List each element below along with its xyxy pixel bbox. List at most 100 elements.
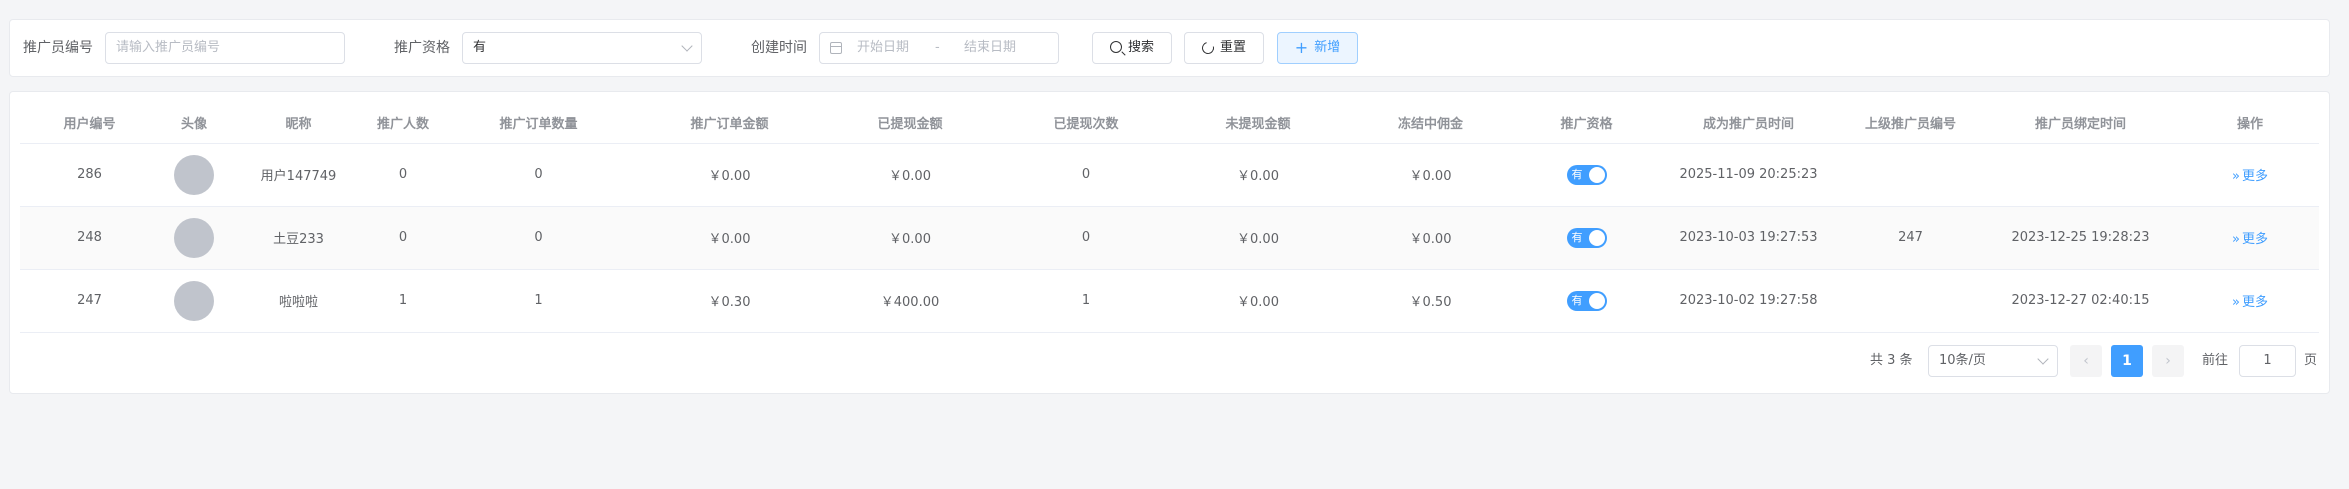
cell-avatar bbox=[159, 143, 229, 207]
cell-order-amount: ￥0.00 bbox=[639, 206, 820, 270]
col-header: 推广订单数量 bbox=[438, 102, 639, 144]
cell-became-time: 2025-11-09 20:25:23 bbox=[1656, 143, 1841, 207]
switch-knob bbox=[1588, 166, 1605, 183]
switch-knob bbox=[1588, 229, 1605, 246]
cell-bind-time: 2023-12-27 02:40:15 bbox=[1980, 269, 2181, 333]
calendar-icon bbox=[830, 42, 842, 54]
cell-order-amount: ￥0.00 bbox=[639, 143, 820, 207]
col-header: 未提现金额 bbox=[1172, 102, 1344, 144]
cell-qualification: 有 bbox=[1517, 143, 1656, 207]
col-header: 用户编号 bbox=[20, 102, 159, 144]
col-header: 推广资格 bbox=[1517, 102, 1656, 144]
cell-qualification: 有 bbox=[1517, 269, 1656, 333]
cell-order-amount: ￥0.30 bbox=[639, 269, 820, 333]
cell-avatar bbox=[159, 269, 229, 333]
cell-withdrawn-amount: ￥400.00 bbox=[820, 269, 1000, 333]
cell-parent-id: 247 bbox=[1841, 206, 1980, 270]
promoter-id-label: 推广员编号 bbox=[23, 40, 93, 56]
page-size-select[interactable]: 10条/页 bbox=[1928, 345, 2058, 377]
add-button[interactable]: + 新增 bbox=[1277, 32, 1358, 64]
cell-withdraw-times: 1 bbox=[1000, 269, 1172, 333]
cell-action: » 更多 bbox=[2181, 143, 2319, 207]
cell-bind-time bbox=[1980, 143, 2181, 207]
refresh-icon bbox=[1199, 39, 1217, 57]
goto-label: 前往 bbox=[2202, 353, 2229, 368]
page-button-1[interactable]: 1 bbox=[2111, 345, 2143, 377]
table-header-row: 用户编号 头像 昵称 推广人数 推广订单数量 推广订单金额 已提现金额 已提现次… bbox=[20, 102, 2319, 144]
cell-unwithdrawn-amount: ￥0.00 bbox=[1172, 143, 1344, 207]
reset-button-label: 重置 bbox=[1219, 40, 1246, 55]
cell-user-id: 248 bbox=[20, 206, 159, 270]
cell-user-id: 247 bbox=[20, 269, 159, 333]
prev-page-button[interactable]: ‹ bbox=[2070, 345, 2102, 377]
cell-frozen-commission: ￥0.00 bbox=[1344, 206, 1517, 270]
promoter-id-placeholder: 请输入推广员编号 bbox=[116, 40, 221, 55]
promoter-table: 用户编号 头像 昵称 推广人数 推广订单数量 推广订单金额 已提现金额 已提现次… bbox=[20, 102, 2319, 333]
cell-avatar bbox=[159, 206, 229, 270]
qualification-switch[interactable]: 有 bbox=[1566, 164, 1607, 185]
cell-qualification: 有 bbox=[1517, 206, 1656, 270]
cell-parent-id bbox=[1841, 269, 1980, 333]
cell-nickname: 用户147749 bbox=[229, 143, 368, 207]
more-button[interactable]: » 更多 bbox=[2232, 232, 2268, 247]
more-label: 更多 bbox=[2241, 169, 2268, 184]
search-button-label: 搜索 bbox=[1127, 40, 1154, 55]
cell-order-count: 0 bbox=[438, 143, 639, 207]
avatar bbox=[174, 217, 214, 258]
cell-order-count: 1 bbox=[438, 269, 639, 333]
pagination-total: 共 3 条 bbox=[1870, 353, 1913, 368]
col-header: 推广员绑定时间 bbox=[1980, 102, 2181, 144]
more-button[interactable]: » 更多 bbox=[2232, 295, 2268, 310]
switch-label: 有 bbox=[1571, 230, 1583, 244]
page-suffix: 页 bbox=[2304, 353, 2318, 368]
cell-withdraw-times: 0 bbox=[1000, 143, 1172, 207]
goto-page-input[interactable]: 1 bbox=[2239, 345, 2296, 377]
promoter-id-input[interactable]: 请输入推广员编号 bbox=[105, 32, 345, 64]
cell-withdrawn-amount: ￥0.00 bbox=[820, 206, 1000, 270]
cell-became-time: 2023-10-03 19:27:53 bbox=[1656, 206, 1841, 270]
qualification-select[interactable]: 有 bbox=[462, 32, 702, 64]
avatar bbox=[174, 280, 214, 321]
cell-nickname: 啦啦啦 bbox=[229, 269, 368, 333]
switch-label: 有 bbox=[1571, 293, 1583, 307]
qualification-select-value: 有 bbox=[473, 40, 487, 55]
cell-nickname: 土豆233 bbox=[229, 206, 368, 270]
cell-unwithdrawn-amount: ￥0.00 bbox=[1172, 269, 1344, 333]
col-header: 推广订单金额 bbox=[639, 102, 820, 144]
qualification-switch[interactable]: 有 bbox=[1566, 290, 1607, 311]
start-date-input[interactable]: 开始日期 bbox=[857, 33, 909, 63]
table-row: 248 土豆233 0 0 ￥0.00 ￥0.00 0 ￥0.00 ￥0.00 … bbox=[20, 206, 2319, 270]
table-row: 247 啦啦啦 1 1 ￥0.30 ￥400.00 1 ￥0.00 ￥0.50 … bbox=[20, 269, 2319, 333]
col-header: 已提现金额 bbox=[820, 102, 1000, 144]
col-header: 成为推广员时间 bbox=[1656, 102, 1841, 144]
cell-promoted-count: 1 bbox=[368, 269, 438, 333]
col-header: 冻结中佣金 bbox=[1344, 102, 1517, 144]
reset-button[interactable]: 重置 bbox=[1184, 32, 1264, 64]
cell-unwithdrawn-amount: ￥0.00 bbox=[1172, 206, 1344, 270]
search-button[interactable]: 搜索 bbox=[1092, 32, 1172, 64]
col-header: 推广人数 bbox=[368, 102, 438, 144]
cell-became-time: 2023-10-02 19:27:58 bbox=[1656, 269, 1841, 333]
switch-label: 有 bbox=[1571, 167, 1583, 181]
cell-action: » 更多 bbox=[2181, 269, 2319, 333]
created-date-range[interactable]: 开始日期 - 结束日期 bbox=[819, 32, 1059, 64]
cell-promoted-count: 0 bbox=[368, 143, 438, 207]
end-date-input[interactable]: 结束日期 bbox=[964, 33, 1016, 63]
plus-icon: + bbox=[1294, 38, 1309, 57]
search-form: 推广员编号 请输入推广员编号 推广资格 有 创建时间 开始日期 - 结束日期 搜… bbox=[9, 19, 2330, 77]
cell-parent-id bbox=[1841, 143, 1980, 207]
cell-frozen-commission: ￥0.00 bbox=[1344, 143, 1517, 207]
avatar bbox=[174, 154, 214, 195]
switch-knob bbox=[1588, 292, 1605, 309]
cell-order-count: 0 bbox=[438, 206, 639, 270]
table-row: 286 用户147749 0 0 ￥0.00 ￥0.00 0 ￥0.00 ￥0.… bbox=[20, 143, 2319, 207]
more-label: 更多 bbox=[2241, 232, 2268, 247]
cell-bind-time: 2023-12-25 19:28:23 bbox=[1980, 206, 2181, 270]
more-button[interactable]: » 更多 bbox=[2232, 169, 2268, 184]
col-header: 操作 bbox=[2181, 102, 2319, 144]
goto-page-value: 1 bbox=[2263, 353, 2272, 368]
add-button-label: 新增 bbox=[1314, 40, 1341, 55]
more-label: 更多 bbox=[2241, 295, 2268, 310]
qualification-switch[interactable]: 有 bbox=[1566, 227, 1607, 248]
next-page-button[interactable]: › bbox=[2152, 345, 2184, 377]
